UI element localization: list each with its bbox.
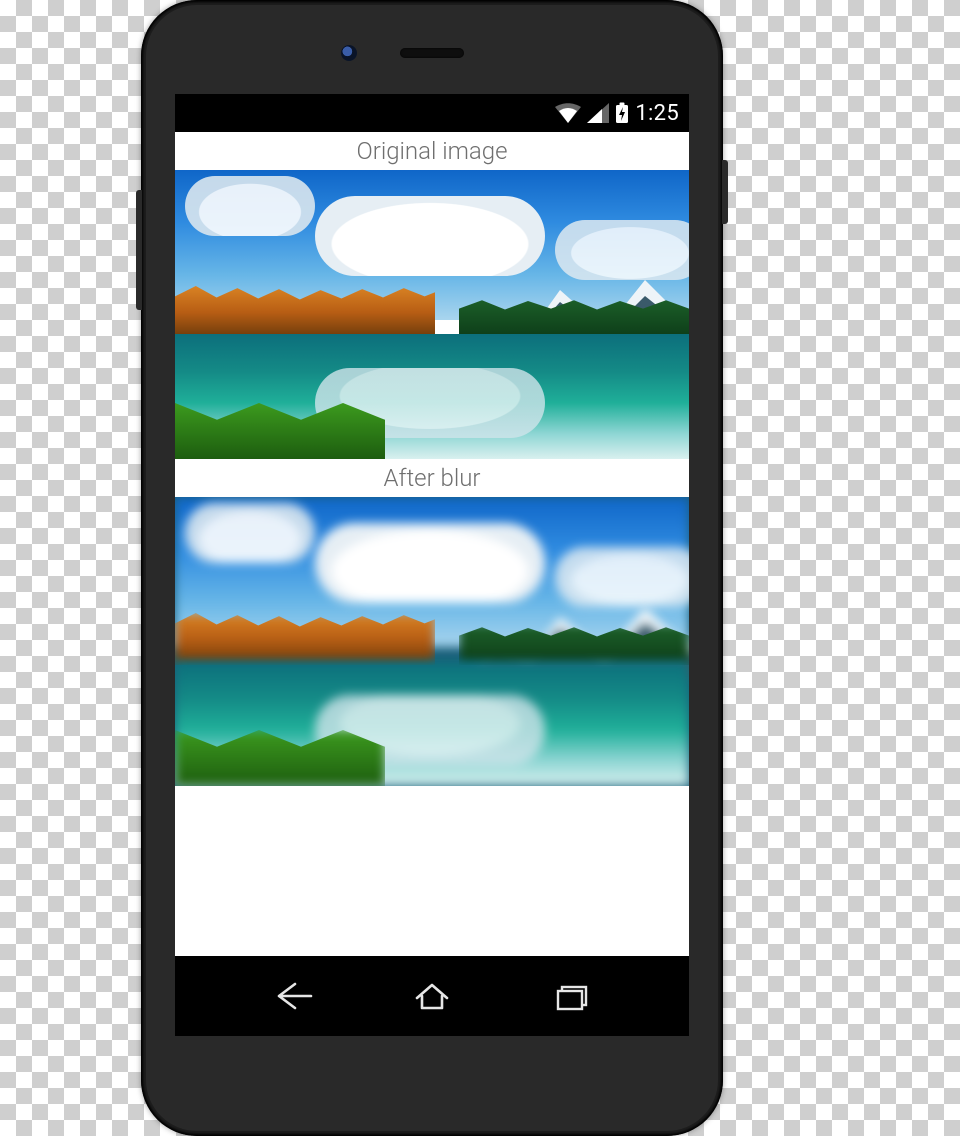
original-image (175, 170, 689, 459)
battery-charging-icon (615, 102, 629, 124)
android-status-bar: 1:25 (175, 94, 689, 132)
caption-original: Original image (175, 132, 689, 170)
android-nav-bar (175, 956, 689, 1036)
app-content: Original image After blur (175, 132, 689, 994)
volume-rocker (136, 190, 142, 310)
cell-signal-icon (587, 103, 609, 123)
status-clock: 1:25 (635, 101, 679, 126)
recent-apps-icon (549, 981, 595, 1011)
screen: 1:25 Original image After blur (175, 94, 689, 1036)
home-button[interactable] (409, 981, 455, 1011)
power-button (722, 160, 728, 224)
front-camera (341, 45, 357, 61)
home-icon (409, 981, 455, 1011)
back-icon (269, 981, 315, 1011)
blurred-image (175, 497, 689, 786)
caption-after-blur: After blur (175, 459, 689, 497)
wifi-icon (555, 103, 581, 123)
back-button[interactable] (269, 981, 315, 1011)
device-frame: 1:25 Original image After blur (141, 0, 723, 1136)
recent-apps-button[interactable] (549, 981, 595, 1011)
earpiece (400, 48, 464, 58)
